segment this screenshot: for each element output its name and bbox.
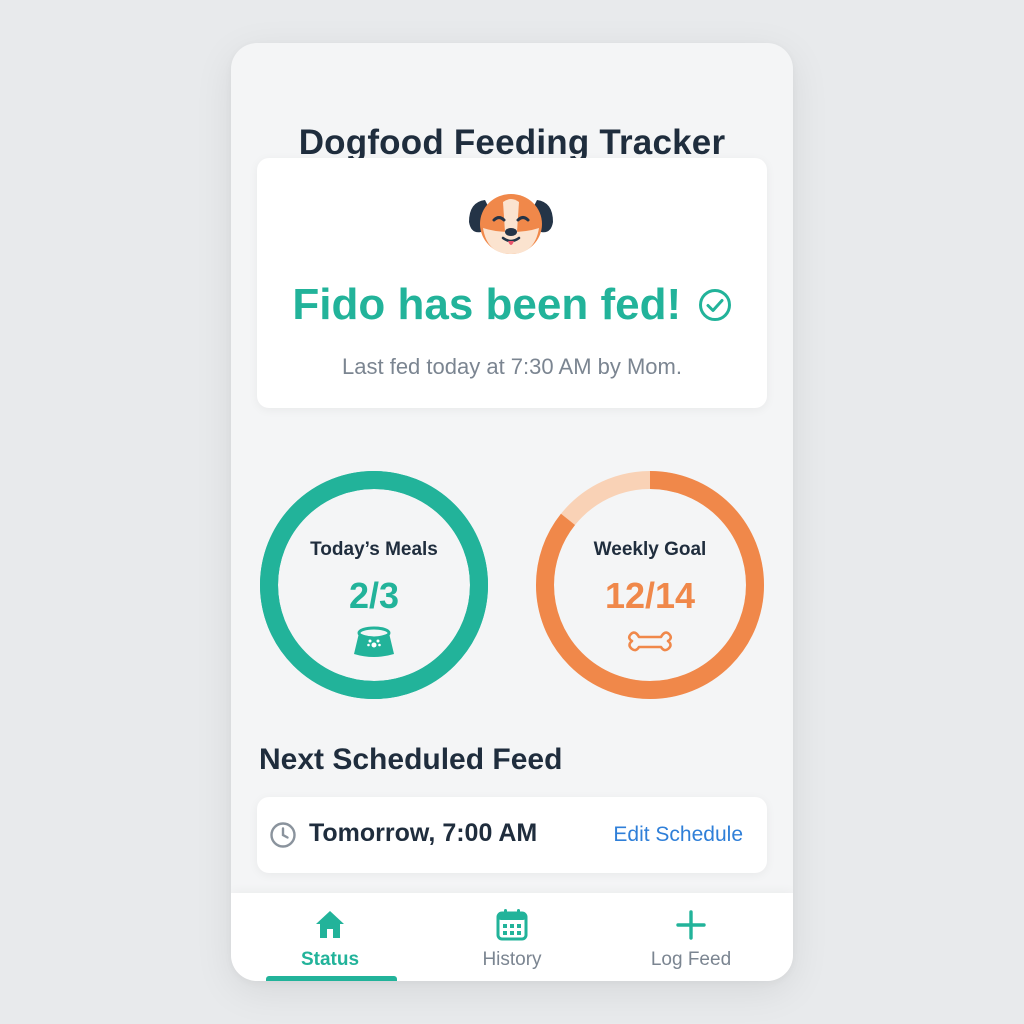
next-feed-card: Tomorrow, 7:00 AM Edit Schedule [257, 797, 767, 873]
app-screen: Dogfood Feeding Tracker Fido has been fe… [231, 43, 793, 981]
clock-icon [270, 822, 296, 848]
meals-value: 2/3 [348, 575, 400, 616]
calendar-icon [496, 909, 528, 941]
fed-status-row: Fido has been fed! [257, 280, 767, 330]
nav-label-status: Status [300, 949, 360, 970]
active-tab-indicator [266, 976, 397, 981]
nav-label-log-feed: Log Feed [650, 949, 732, 970]
todays-meals-progress: Today’s Meals 2/3 [258, 469, 490, 701]
feeding-status-card: Fido has been fed! Last fed today at 7:3… [257, 158, 767, 408]
nav-item-history[interactable]: History [422, 893, 602, 981]
bone-icon [627, 631, 673, 652]
fed-status-message: Fido has been fed! [292, 280, 682, 329]
page-title: Dogfood Feeding Tracker [298, 123, 726, 162]
food-bowl-icon [354, 626, 394, 657]
nav-item-log-feed[interactable]: Log Feed [601, 893, 781, 981]
nav-label-history: History [482, 949, 542, 970]
weekly-goal-value: 12/14 [604, 575, 696, 616]
edit-schedule-link[interactable]: Edit Schedule [613, 823, 743, 847]
next-feed-heading: Next Scheduled Feed [259, 743, 563, 776]
last-fed-text: Last fed today at 7:30 AM by Mom. [342, 354, 682, 379]
check-circle-icon [698, 289, 731, 321]
weekly-goal-progress: Weekly Goal 12/14 [534, 469, 766, 701]
next-feed-time: Tomorrow, 7:00 AM [309, 819, 538, 847]
bottom-nav: Status History Log Feed [231, 893, 793, 981]
nav-item-status[interactable]: Status [240, 893, 420, 981]
dog-face-icon [469, 194, 553, 254]
weekly-goal-label: Weekly Goal [593, 539, 707, 560]
home-icon [316, 911, 344, 938]
meals-label: Today’s Meals [310, 539, 438, 560]
plus-icon [676, 910, 706, 940]
